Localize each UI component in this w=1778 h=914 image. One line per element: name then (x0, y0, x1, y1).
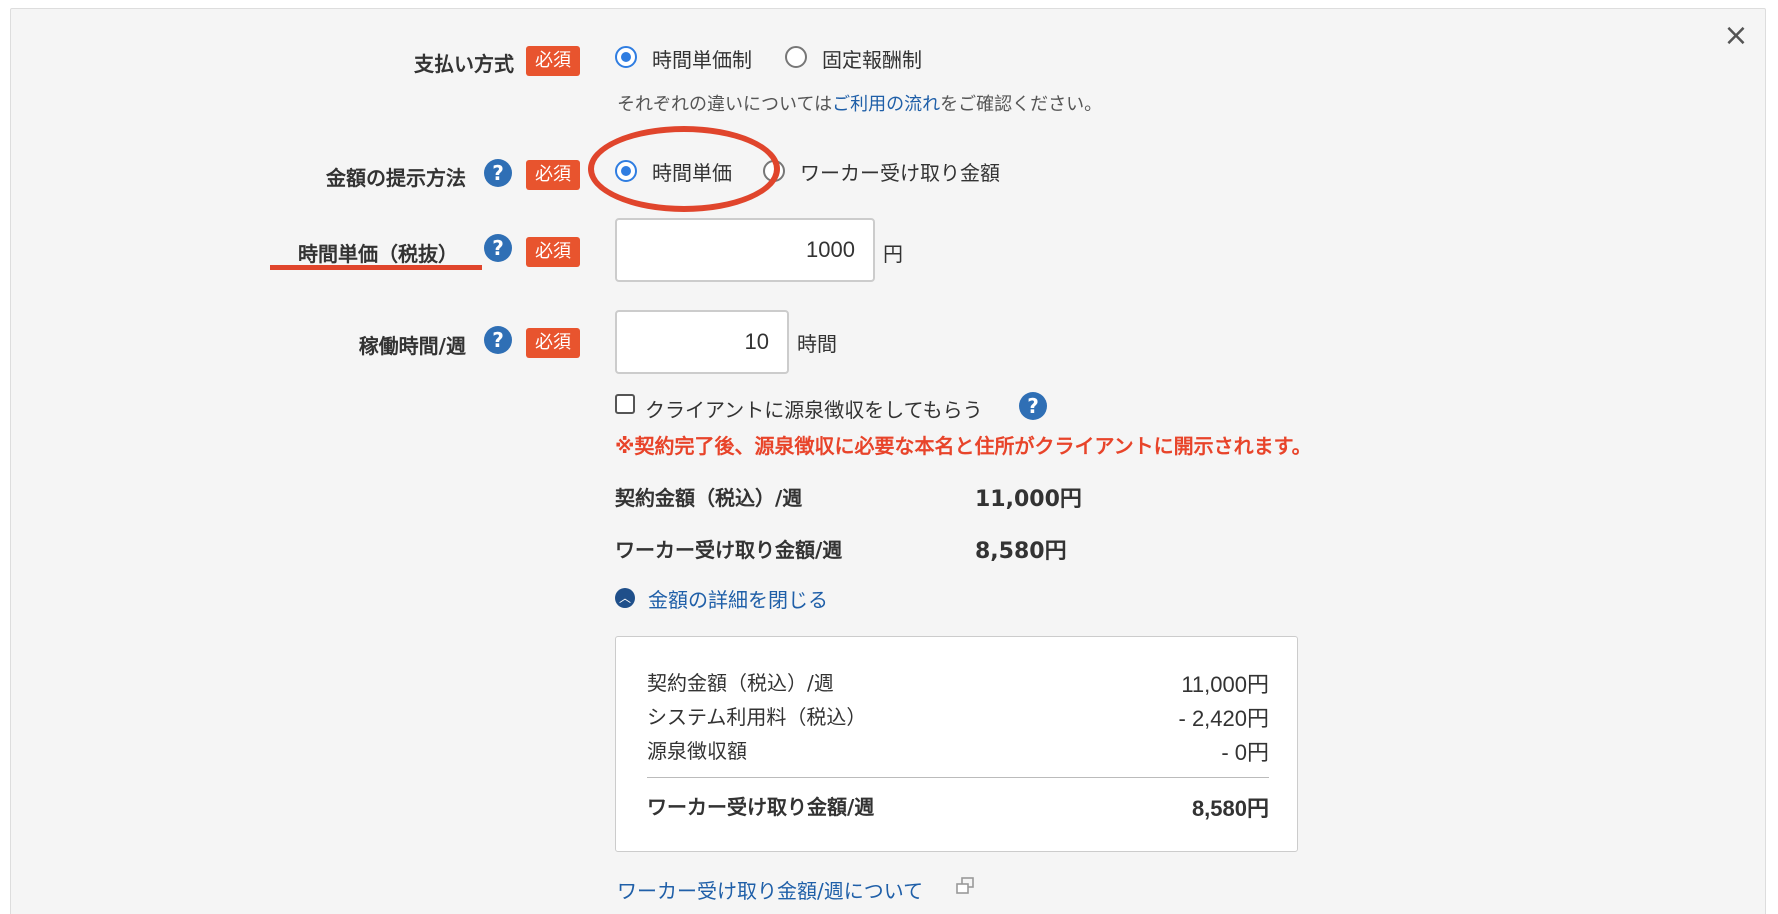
contract-amount-value: 11,000円 (975, 487, 1082, 512)
detail-row: 契約金額（税込）/週 11,000円 (647, 667, 1269, 697)
radio-fixed-pay[interactable] (785, 46, 807, 68)
hourly-rate-label: 時間単価（税抜） (298, 242, 458, 266)
detail-row: 源泉徴収額 - 0円 (647, 735, 1269, 765)
payment-note-suffix: をご確認ください。 (940, 94, 1103, 115)
external-link-icon[interactable] (955, 877, 975, 895)
detail-row: システム利用料（税込） - 2,420円 (647, 701, 1269, 731)
radio-hourly-rate-label[interactable]: 時間単価 (652, 157, 732, 186)
detail-total-label: ワーカー受け取り金額/週 (647, 795, 875, 819)
detail-total-value: 8,580円 (1191, 796, 1269, 821)
required-badge: 必須 (526, 237, 580, 267)
detail-row-value: - 0円 (1221, 740, 1269, 765)
yen-unit: 円 (883, 242, 903, 266)
radio-hourly-pay[interactable] (615, 46, 637, 68)
worker-amount-info-link[interactable]: ワーカー受け取り金額/週について (617, 875, 923, 904)
payment-note: それぞれの違いについてはご利用の流れをご確認ください。 (617, 90, 1102, 116)
radio-worker-amount[interactable] (763, 160, 785, 182)
hours-unit: 時間 (797, 332, 837, 356)
radio-hourly-rate[interactable] (615, 160, 637, 182)
withholding-checkbox-label[interactable]: クライアントに源泉徴収をしてもらう (645, 394, 983, 423)
worker-amount-label: ワーカー受け取り金額/週 (615, 538, 843, 562)
hourly-rate-input[interactable]: 1000 (615, 218, 875, 282)
help-icon[interactable]: ? (1019, 392, 1047, 420)
usage-flow-link[interactable]: ご利用の流れ (832, 94, 940, 115)
withholding-warning: ※契約完了後、源泉徴収に必要な本名と住所がクライアントに開示されます。 (615, 434, 1312, 458)
worker-amount-value: 8,580円 (975, 539, 1067, 564)
radio-hourly-pay-label[interactable]: 時間単価制 (652, 44, 752, 73)
radio-worker-amount-label[interactable]: ワーカー受け取り金額 (800, 157, 1000, 186)
help-icon[interactable]: ? (484, 159, 512, 187)
close-details-link[interactable]: 金額の詳細を閉じる (648, 584, 828, 613)
radio-fixed-pay-label[interactable]: 固定報酬制 (822, 44, 922, 73)
detail-total-row: ワーカー受け取り金額/週 8,580円 (647, 791, 1269, 821)
payment-method-label: 支払い方式 (414, 52, 514, 76)
detail-row-value: 11,000円 (1181, 672, 1269, 697)
detail-row-value: - 2,420円 (1178, 706, 1270, 731)
detail-row-label: システム利用料（税込） (647, 705, 867, 729)
divider (647, 777, 1269, 778)
required-badge: 必須 (526, 160, 580, 190)
weekly-hours-label: 稼働時間/週 (358, 334, 466, 358)
payment-note-prefix: それぞれの違いについては (617, 94, 833, 115)
detail-row-label: 契約金額（税込）/週 (647, 671, 834, 695)
amount-method-label: 金額の提示方法 (326, 166, 466, 190)
detail-row-label: 源泉徴収額 (647, 739, 747, 763)
close-icon[interactable]: × (1722, 21, 1750, 51)
amount-details-box: 契約金額（税込）/週 11,000円 システム利用料（税込） - 2,420円 … (615, 636, 1298, 852)
chevron-up-icon[interactable]: ︿ (615, 588, 635, 608)
help-icon[interactable]: ? (484, 234, 512, 262)
weekly-hours-input[interactable]: 10 (615, 310, 789, 374)
contract-amount-label: 契約金額（税込）/週 (615, 486, 803, 510)
withholding-checkbox[interactable] (615, 394, 635, 414)
required-badge: 必須 (526, 46, 580, 76)
help-icon[interactable]: ? (484, 326, 512, 354)
required-badge: 必須 (526, 328, 580, 358)
